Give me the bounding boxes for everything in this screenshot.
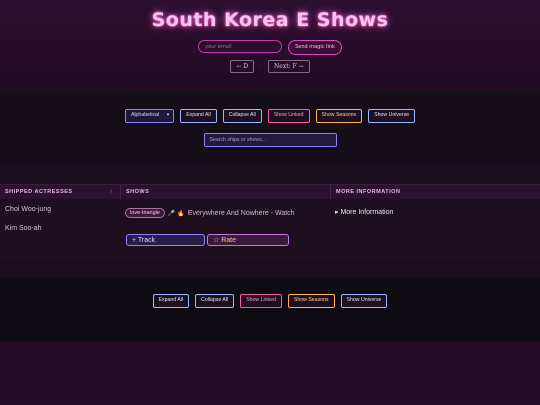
controls-row: Alphabetical ▾ Expand All Collapse All S… [0, 109, 540, 123]
prev-letter-button[interactable]: ← D [230, 60, 255, 73]
show-title-link[interactable]: Everywhere And Nowhere - Watch [188, 210, 295, 217]
sort-select-value: Alphabetical [130, 112, 160, 118]
table-row: Choi Woo-jung Kim Soo-ah love-triangle 🎤… [0, 199, 540, 259]
fire-icon: 🔥 [177, 211, 185, 217]
letter-nav: ← D · Next: F → [0, 60, 540, 73]
show-seasons-button[interactable]: Show Seasons [315, 109, 363, 123]
search-row [0, 133, 540, 147]
page-footer-band [0, 342, 540, 405]
hero-header: South Korea E Shows Send magic link ← D … [0, 0, 540, 92]
footer-show-seasons-button[interactable]: Show Seasons [287, 294, 335, 308]
footer-controls-panel: Expand All Collapse All Show Linked Show… [0, 278, 540, 340]
mic-icon: 🎤 [167, 211, 176, 217]
footer-collapse-all-button[interactable]: Collapse All [195, 294, 235, 308]
search-input[interactable] [203, 133, 337, 147]
trope-tag[interactable]: love-triangle [125, 208, 165, 218]
table-header: SHIPPED ACTRESSES ↑ SHOWS MORE INFORMATI… [0, 184, 540, 199]
chevron-down-icon: ▾ [166, 112, 170, 118]
track-button[interactable]: + Track [126, 234, 205, 246]
collapse-all-button[interactable]: Collapse All [222, 109, 262, 123]
rate-button[interactable]: ☆ Rate [207, 234, 289, 246]
column-header-actresses-label: SHIPPED ACTRESSES [5, 189, 73, 195]
controls-panel: Alphabetical ▾ Expand All Collapse All S… [0, 93, 540, 163]
show-linked-button[interactable]: Show Linked [267, 109, 310, 123]
sort-select[interactable]: Alphabetical ▾ [124, 109, 175, 123]
actress-name: Choi Woo-jung [5, 206, 52, 213]
footer-expand-all-button[interactable]: Expand All [152, 294, 190, 308]
email-field[interactable] [198, 40, 283, 53]
column-header-shows: SHOWS [120, 185, 330, 199]
actress-name: Kim Soo-ah [5, 225, 42, 232]
column-header-more: MORE INFORMATION [330, 185, 540, 199]
sort-arrow-icon[interactable]: ↑ [110, 185, 113, 199]
more-information-toggle[interactable]: ▸ More Information [335, 208, 393, 216]
footer-controls-row: Expand All Collapse All Show Linked Show… [0, 294, 540, 308]
page-title: South Korea E Shows [151, 9, 389, 31]
expand-all-button[interactable]: Expand All [180, 109, 217, 123]
login-row: Send magic link [0, 40, 540, 55]
footer-show-universe-button[interactable]: Show Universe [340, 294, 388, 308]
show-universe-button[interactable]: Show Universe [368, 109, 416, 123]
send-magic-link-button[interactable]: Send magic link [288, 40, 342, 55]
next-letter-button[interactable]: Next: F → [268, 60, 310, 73]
shows-cell: love-triangle 🎤 🔥 Everywhere And Nowhere … [125, 208, 325, 220]
footer-show-linked-button[interactable]: Show Linked [240, 294, 282, 308]
column-header-actresses[interactable]: SHIPPED ACTRESSES ↑ [0, 185, 120, 199]
nav-separator: · [260, 63, 263, 70]
